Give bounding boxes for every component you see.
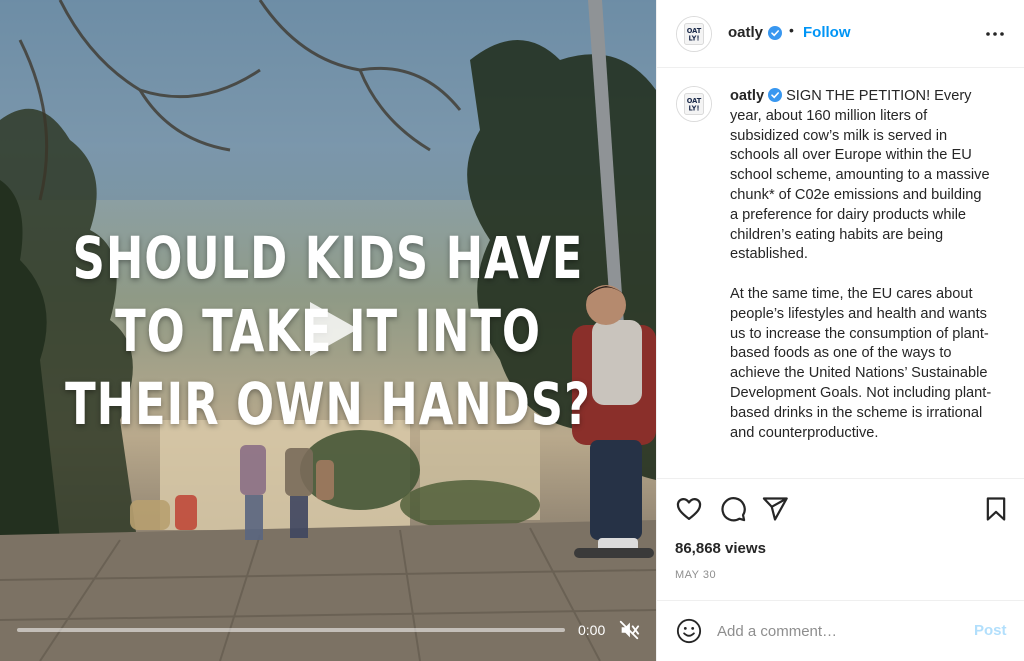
follow-button[interactable]: Follow <box>803 24 851 41</box>
heart-icon <box>676 497 702 521</box>
comment-icon <box>721 497 746 522</box>
play-button[interactable] <box>296 294 366 364</box>
play-icon <box>310 302 358 356</box>
post-actions: 86,868 views MAY 30 <box>657 478 1024 600</box>
svg-text:LY!: LY! <box>689 35 700 43</box>
post-caption: oatly SIGN THE PETITION! Every year, abou… <box>730 87 992 463</box>
caption-text-1: SIGN THE PETITION! Every year, about 160… <box>730 88 990 263</box>
more-options-button[interactable] <box>983 22 1007 46</box>
more-icon <box>986 32 1004 36</box>
emoji-button[interactable] <box>676 618 702 644</box>
save-button[interactable] <box>982 495 1010 523</box>
caption-username[interactable]: oatly <box>730 88 764 104</box>
video-time: 0:00 <box>578 622 606 638</box>
caption-paragraph-2: At the same time, the EU cares about peo… <box>730 285 992 441</box>
emoji-icon <box>676 618 702 644</box>
mute-icon <box>619 620 640 640</box>
svg-text:LY!: LY! <box>689 105 700 113</box>
post-header: OAT LY! oatly • Follow <box>657 0 1024 68</box>
comment-form: Post <box>657 600 1024 661</box>
share-icon <box>762 497 788 521</box>
verified-icon <box>768 26 782 40</box>
mute-button[interactable] <box>618 619 640 641</box>
post-comment-button[interactable]: Post <box>974 622 1007 639</box>
verified-icon <box>768 88 783 102</box>
caption-section: OAT LY! oatly SIGN THE PETITION! Every ye… <box>657 69 1024 477</box>
view-count[interactable]: 86,868 views <box>675 540 766 557</box>
caption-paragraph-1: oatly SIGN THE PETITION! Every year, abou… <box>730 87 992 265</box>
video-progress-bar[interactable] <box>17 628 565 632</box>
comment-input[interactable] <box>717 619 957 643</box>
header-username[interactable]: oatly <box>728 24 763 41</box>
share-button[interactable] <box>761 495 789 523</box>
oatly-logo-icon: OAT LY! <box>677 87 711 121</box>
bookmark-icon <box>986 497 1006 521</box>
overlay-line-3: THEIR OWN HANDS? <box>65 370 591 438</box>
oatly-logo-icon: OAT LY! <box>677 17 711 51</box>
header-separator: • <box>789 22 794 38</box>
comment-button[interactable] <box>719 495 747 523</box>
post-date[interactable]: MAY 30 <box>675 569 716 581</box>
like-button[interactable] <box>675 495 703 523</box>
video-player[interactable]: SHOULD KIDS HAVE TO TAKE IT INTO THEIR O… <box>0 0 656 661</box>
avatar[interactable]: OAT LY! <box>676 16 712 52</box>
post-details-panel: OAT LY! oatly • Follow OAT LY! oatly SIG… <box>656 0 1024 661</box>
overlay-line-1: SHOULD KIDS HAVE <box>72 224 584 292</box>
caption-avatar[interactable]: OAT LY! <box>676 86 712 122</box>
